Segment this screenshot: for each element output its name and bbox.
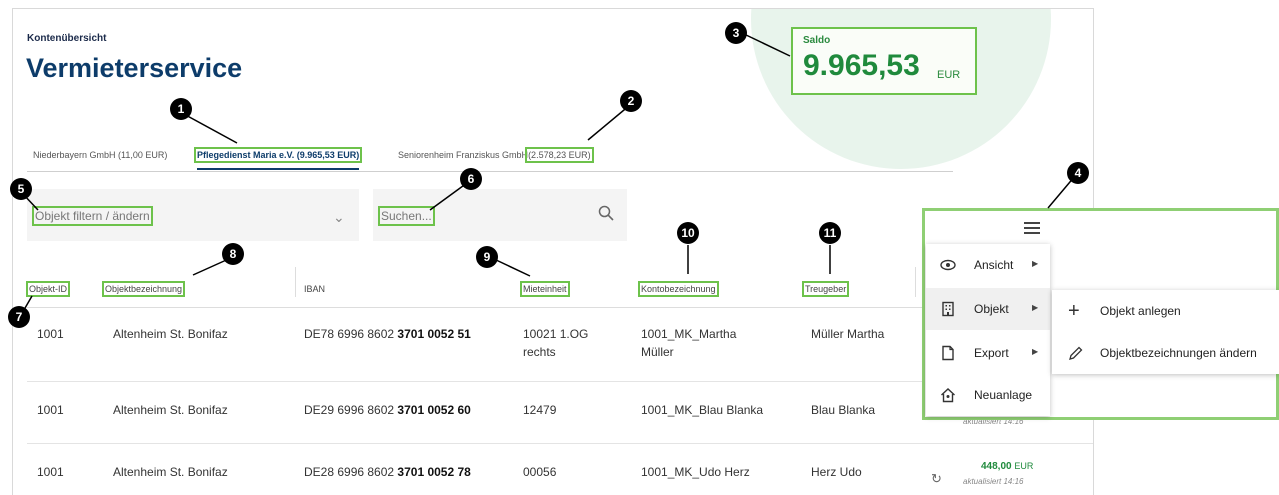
cell-iban: DE29 6996 8602 3701 0052 60 bbox=[304, 403, 471, 417]
header-objekt-id[interactable]: Objekt-ID bbox=[25, 281, 71, 297]
menu-item-ansicht[interactable]: Ansicht ▶ bbox=[926, 244, 1050, 286]
cell-kontobezeichnung-line2: Müller bbox=[641, 345, 674, 359]
refresh-icon[interactable]: ↻ bbox=[931, 471, 942, 487]
iban-highlight: 3701 0052 78 bbox=[397, 465, 471, 479]
iban-prefix: DE78 6996 8602 bbox=[304, 327, 395, 341]
callout-badge: 3 bbox=[725, 22, 747, 44]
pencil-icon bbox=[1069, 346, 1083, 360]
menu-item-label: Neuanlage bbox=[974, 388, 1033, 402]
chevron-right-icon: ▶ bbox=[1032, 303, 1039, 312]
page-title: Vermieterservice bbox=[26, 53, 243, 83]
submenu-item-label: Objekt anlegen bbox=[1100, 304, 1181, 318]
callout-badge: 1 bbox=[170, 98, 192, 120]
callout-badge: 5 bbox=[10, 178, 32, 200]
callout-badge: 9 bbox=[476, 246, 498, 268]
amount-currency: EUR bbox=[1014, 461, 1034, 471]
hamburger-menu-icon[interactable] bbox=[1024, 222, 1040, 234]
tab-pflegedienst-maria[interactable]: Pflegedienst Maria e.V. (9.965,53 EUR) bbox=[193, 147, 363, 170]
cell-objekt-id: 1001 bbox=[37, 327, 64, 341]
actions-menu: Ansicht ▶ Objekt ▶ Export ▶ Neuanlage bbox=[926, 244, 1050, 416]
iban-highlight: 3701 0052 51 bbox=[397, 327, 471, 341]
cell-kontobezeichnung: 1001_MK_Martha bbox=[641, 327, 737, 341]
iban-highlight: 3701 0052 60 bbox=[397, 403, 471, 417]
submenu-item-objektbezeichnungen-aendern[interactable]: Objektbezeichnungen ändern bbox=[1052, 332, 1279, 374]
cell-kontobezeichnung: 1001_MK_Udo Herz bbox=[641, 465, 750, 479]
iban-prefix: DE29 6996 8602 bbox=[304, 403, 395, 417]
saldo-box: Saldo 9.965,53 EUR bbox=[791, 27, 977, 95]
account-tabs: Niederbayern GmbH (11,00 EUR) Pflegedien… bbox=[27, 141, 953, 172]
header-iban[interactable]: IBAN bbox=[304, 284, 325, 294]
header-mieteinheit[interactable]: Mieteinheit bbox=[520, 281, 570, 297]
search-input[interactable]: Suchen... bbox=[373, 189, 627, 241]
cell-mieteinheit: 00056 bbox=[523, 465, 557, 479]
header-kontobezeichnung[interactable]: Kontobezeichnung bbox=[638, 281, 719, 297]
menu-item-export[interactable]: Export ▶ bbox=[926, 332, 1050, 374]
chevron-right-icon: ▶ bbox=[1032, 259, 1039, 268]
cell-treugeber: Müller Martha bbox=[811, 327, 885, 341]
document-icon bbox=[942, 345, 954, 361]
callout-badge: 4 bbox=[1067, 162, 1089, 184]
chevron-down-icon: ⌄ bbox=[333, 209, 345, 225]
header-treugeber[interactable]: Treugeber bbox=[801, 281, 850, 297]
cell-iban: DE78 6996 8602 3701 0052 51 bbox=[304, 327, 471, 341]
saldo-currency: EUR bbox=[937, 69, 961, 81]
submenu-item-objekt-anlegen[interactable]: + Objekt anlegen bbox=[1052, 290, 1279, 332]
callout-badge: 11 bbox=[819, 222, 841, 244]
tab-niederbayern[interactable]: Niederbayern GmbH (11,00 EUR) bbox=[33, 150, 167, 160]
menu-item-label: Objekt bbox=[974, 302, 1009, 316]
column-divider bbox=[915, 267, 916, 297]
saldo-value: 9.965,53 bbox=[803, 49, 920, 82]
tab-seniorenheim-franziskus[interactable]: Seniorenheim Franziskus GmbH(2.578,23 EU… bbox=[398, 147, 594, 163]
cell-objektbezeichnung: Altenheim St. Bonifaz bbox=[113, 403, 228, 417]
cell-iban: DE28 6996 8602 3701 0052 78 bbox=[304, 465, 471, 479]
header-objektbezeichnung[interactable]: Objektbezeichnung bbox=[101, 281, 186, 297]
iban-prefix: DE28 6996 8602 bbox=[304, 465, 395, 479]
search-placeholder: Suchen... bbox=[378, 206, 435, 226]
filter-placeholder: Objekt filtern / ändern bbox=[32, 206, 153, 226]
callout-badge: 8 bbox=[222, 243, 244, 265]
menu-item-label: Ansicht bbox=[974, 258, 1014, 272]
cell-treugeber: Herz Udo bbox=[811, 465, 862, 479]
cell-kontobezeichnung: 1001_MK_Blau Blanka bbox=[641, 403, 764, 417]
tab-label-amount: (2.578,23 EUR) bbox=[525, 147, 594, 163]
updated-timestamp: aktualisiert 14:16 bbox=[963, 477, 1024, 486]
eye-icon bbox=[940, 259, 956, 271]
object-filter-select[interactable]: Objekt filtern / ändern ⌄ bbox=[27, 189, 359, 241]
column-divider bbox=[295, 267, 296, 297]
objekt-submenu: + Objekt anlegen Objektbezeichnungen änd… bbox=[1052, 290, 1279, 374]
plus-icon: + bbox=[1068, 300, 1080, 322]
house-user-icon bbox=[941, 388, 955, 403]
cell-mieteinheit-line2: rechts bbox=[523, 345, 556, 359]
cell-objekt-id: 1001 bbox=[37, 465, 64, 479]
amount-value: 448,00 bbox=[981, 461, 1012, 472]
breadcrumb: Kontenübersicht bbox=[27, 33, 107, 44]
callout-badge: 10 bbox=[677, 222, 699, 244]
callout-badge: 7 bbox=[8, 306, 30, 328]
row-divider bbox=[27, 443, 1093, 444]
saldo-label: Saldo bbox=[803, 35, 831, 46]
menu-item-label: Export bbox=[974, 346, 1009, 360]
tab-label: Pflegedienst Maria e.V. (9.965,53 EUR) bbox=[193, 147, 363, 163]
cell-mieteinheit: 12479 bbox=[523, 403, 557, 417]
tab-label-name: Seniorenheim Franziskus GmbH bbox=[398, 150, 529, 160]
cell-objekt-id: 1001 bbox=[37, 403, 64, 417]
cell-mieteinheit: 10021 1.OG bbox=[523, 327, 589, 341]
cell-objektbezeichnung: Altenheim St. Bonifaz bbox=[113, 327, 228, 341]
building-icon bbox=[942, 301, 954, 317]
balance-amount: 448,00 EUR bbox=[981, 461, 1033, 472]
search-icon[interactable] bbox=[598, 205, 614, 221]
menu-item-objekt[interactable]: Objekt ▶ bbox=[926, 288, 1050, 330]
chevron-right-icon: ▶ bbox=[1032, 347, 1039, 356]
menu-item-neuanlage[interactable]: Neuanlage bbox=[926, 374, 1050, 416]
cell-treugeber: Blau Blanka bbox=[811, 403, 876, 417]
submenu-item-label: Objektbezeichnungen ändern bbox=[1100, 346, 1257, 360]
callout-badge: 6 bbox=[460, 168, 482, 190]
callout-badge: 2 bbox=[620, 90, 642, 112]
cell-objektbezeichnung: Altenheim St. Bonifaz bbox=[113, 465, 228, 479]
